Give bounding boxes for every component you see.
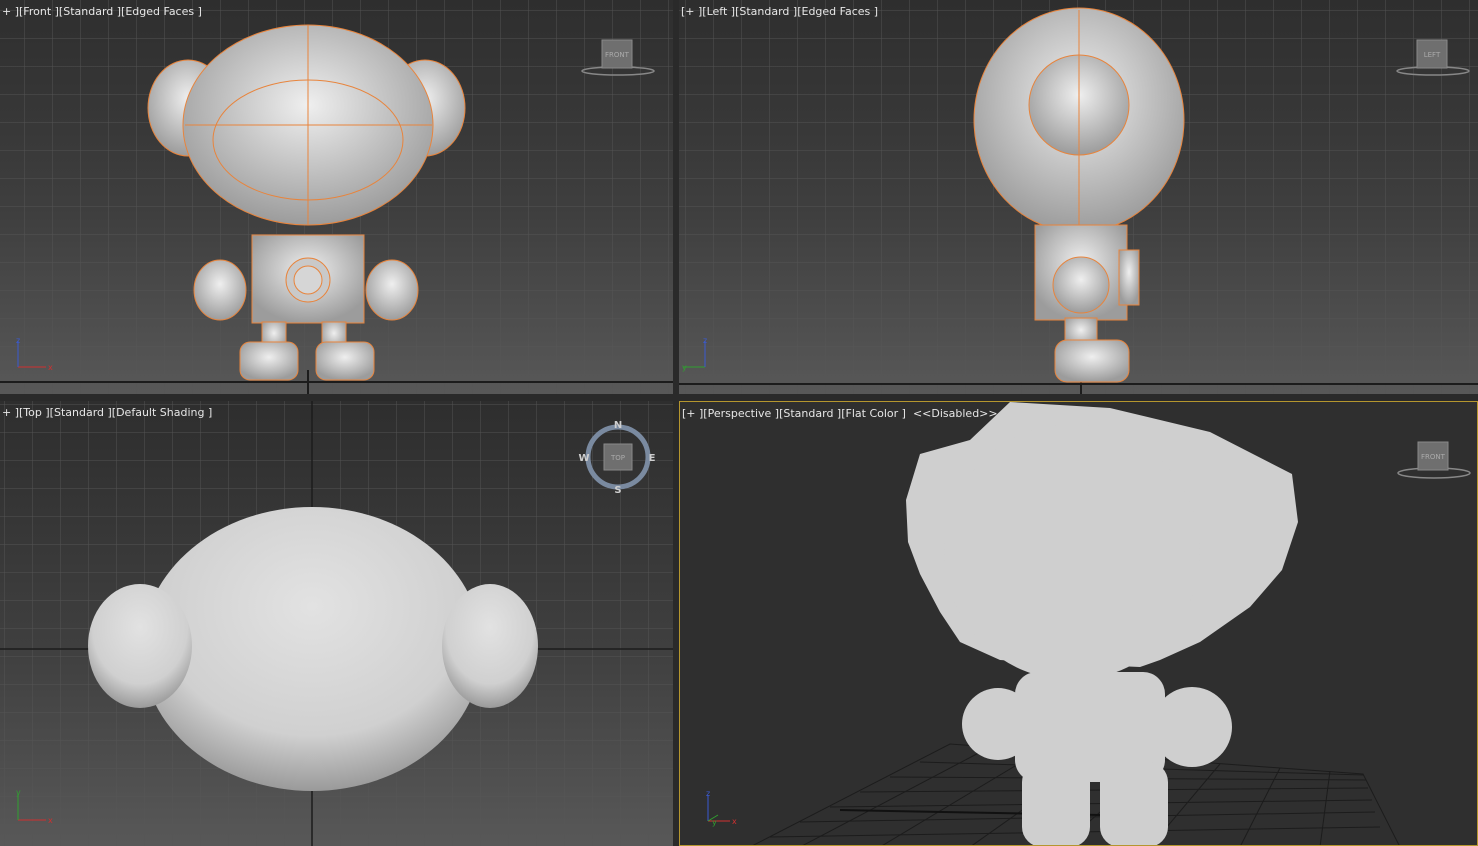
compass-north: N: [614, 420, 622, 431]
viewport-splitter-horizontal[interactable]: [0, 394, 1478, 401]
viewport-menu-button[interactable]: + ]: [2, 5, 19, 18]
display-mode-menu[interactable]: [Flat Color ]: [841, 407, 906, 420]
top-scene: [0, 401, 673, 846]
axis-y-label: y: [682, 363, 687, 372]
axis-z-label: z: [703, 336, 707, 345]
display-mode-menu[interactable]: [Edged Faces ]: [121, 5, 202, 18]
left-scene: [679, 0, 1478, 394]
front-scene: [0, 0, 673, 394]
axis-tripod: x y: [16, 788, 53, 825]
viewcube[interactable]: FRONT: [1394, 440, 1474, 482]
axis-tripod: x y z: [706, 789, 737, 827]
viewport-front[interactable]: + ][Front ][Standard ][Edged Faces ] FRO…: [0, 0, 673, 394]
view-type-menu[interactable]: [Left ]: [702, 5, 735, 18]
axis-y-label: y: [16, 788, 21, 797]
view-type-menu[interactable]: [Front ]: [19, 5, 59, 18]
viewport-left-label: [+ ][Left ][Standard ][Edged Faces ]: [681, 5, 878, 18]
viewport-menu-button[interactable]: [+ ]: [682, 407, 703, 420]
viewport-splitter-vertical[interactable]: [673, 0, 679, 846]
viewport-perspective[interactable]: [+ ][Perspective ][Standard ][Flat Color…: [679, 401, 1478, 846]
viewport-top[interactable]: + ][Top ][Standard ][Default Shading ] T…: [0, 401, 673, 846]
viewport-perspective-label: [+ ][Perspective ][Standard ][Flat Color…: [682, 407, 998, 420]
axis-tripod: y z: [682, 336, 707, 372]
viewport-menu-button[interactable]: + ]: [2, 406, 19, 419]
viewport-top-label: + ][Top ][Standard ][Default Shading ]: [2, 406, 212, 419]
perspective-scene: [752, 402, 1400, 845]
display-mode-menu[interactable]: [Edged Faces ]: [797, 5, 878, 18]
axis-y-label: y: [712, 818, 717, 827]
shading-menu[interactable]: [Standard ]: [779, 407, 841, 420]
shading-menu[interactable]: [Standard ]: [50, 406, 112, 419]
compass-south: S: [614, 485, 621, 496]
axis-x-label: x: [732, 817, 737, 826]
shading-menu[interactable]: [Standard ]: [59, 5, 121, 18]
view-type-menu[interactable]: [Perspective ]: [703, 407, 779, 420]
viewcube-label: FRONT: [605, 51, 630, 59]
viewport-front-label: + ][Front ][Standard ][Edged Faces ]: [2, 5, 202, 18]
disabled-status: <<Disabled>>: [912, 407, 998, 420]
viewport-menu-button[interactable]: [+ ]: [681, 5, 702, 18]
shading-menu[interactable]: [Standard ]: [735, 5, 797, 18]
viewcube-compass[interactable]: TOP N S E W: [574, 417, 662, 501]
viewcube-label: TOP: [610, 454, 625, 462]
display-mode-menu[interactable]: [Default Shading ]: [112, 406, 212, 419]
view-type-menu[interactable]: [Top ]: [19, 406, 50, 419]
compass-east: E: [649, 453, 656, 464]
viewcube[interactable]: LEFT: [1393, 38, 1473, 78]
axis-z-label: z: [706, 789, 710, 798]
axis-x-label: x: [48, 363, 53, 372]
viewcube-label: LEFT: [1424, 51, 1441, 59]
viewport-left[interactable]: [+ ][Left ][Standard ][Edged Faces ] LEF…: [679, 0, 1478, 394]
viewcube[interactable]: FRONT: [578, 38, 658, 78]
axis-x-label: x: [48, 816, 53, 825]
axis-tripod: x z: [16, 336, 53, 372]
compass-west: W: [578, 453, 589, 464]
axis-z-label: z: [16, 336, 20, 345]
viewcube-label: FRONT: [1421, 453, 1446, 461]
